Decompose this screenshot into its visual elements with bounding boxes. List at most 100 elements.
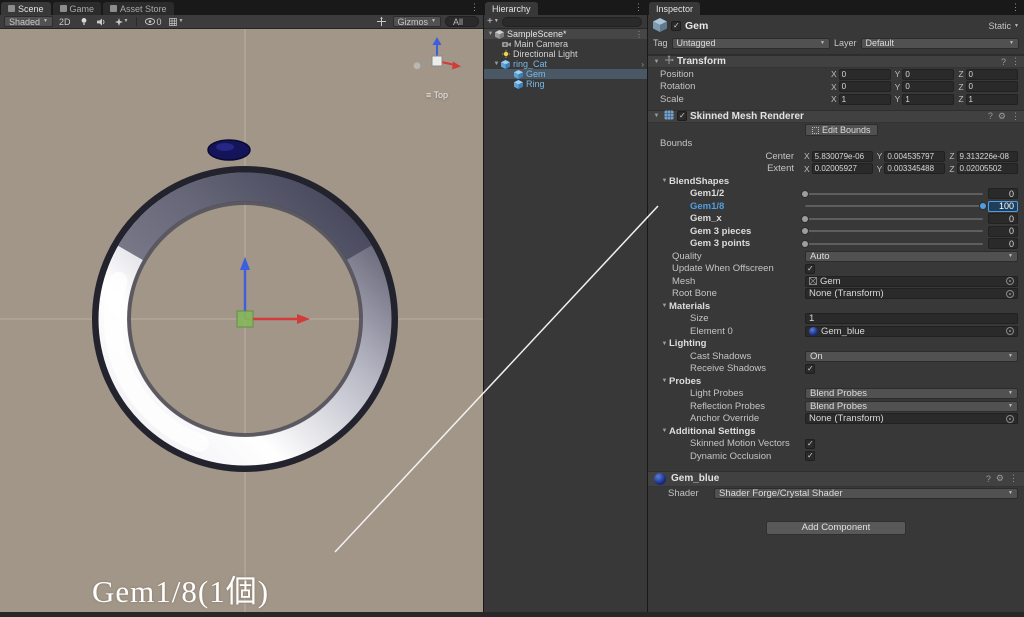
anchor-override-object-field[interactable]: None (Transform) <box>805 413 1018 425</box>
rotation-x-field[interactable]: 0 <box>838 81 891 93</box>
scene-header-row[interactable]: ▼ SampleScene* ⋮ <box>484 29 647 39</box>
cast-shadows-dropdown[interactable]: On ▼ <box>805 350 1018 362</box>
object-picker-icon[interactable] <box>1006 414 1014 423</box>
rotation-z-field[interactable]: 0 <box>965 81 1019 93</box>
inspector-tab-menu-icon[interactable]: ⋮ <box>1011 2 1020 13</box>
prefab-arrow-icon[interactable]: › <box>641 60 644 69</box>
hierarchy-item-directional-light[interactable]: Directional Light <box>484 49 647 59</box>
extent-y-field[interactable]: 0.003345488 <box>884 163 946 175</box>
scene-audio-icon[interactable] <box>95 16 109 27</box>
blendshape-slider[interactable] <box>802 238 983 249</box>
tab-hierarchy[interactable]: Hierarchy <box>485 2 538 15</box>
gizmos-dropdown[interactable]: Gizmos ▼ <box>392 16 441 27</box>
scale-y-field[interactable]: 1 <box>902 93 955 105</box>
blendshape-value-field[interactable]: 100 <box>988 200 1018 212</box>
scale-x-field[interactable]: 1 <box>838 93 891 105</box>
extent-x-field[interactable]: 0.02005927 <box>811 163 873 175</box>
blendshape-slider[interactable] <box>802 226 983 237</box>
tab-scene[interactable]: Scene <box>1 2 51 15</box>
materials-size-field[interactable]: 1 <box>805 313 1018 325</box>
active-checkbox[interactable] <box>671 21 681 31</box>
blendshape-slider[interactable] <box>802 188 983 199</box>
position-x-field[interactable]: 0 <box>838 68 891 80</box>
slider-knob[interactable] <box>802 190 808 197</box>
object-picker-icon[interactable] <box>1006 289 1014 298</box>
edit-bounds-button[interactable]: Edit Bounds <box>805 124 878 136</box>
presets-icon[interactable]: ⚙ <box>998 111 1006 122</box>
context-menu-icon[interactable]: ⋮ <box>1009 473 1018 484</box>
shading-mode-dropdown[interactable]: Shaded ▼ <box>4 16 53 27</box>
scene-search-input[interactable]: All <box>445 16 479 27</box>
help-icon[interactable]: ? <box>988 111 993 121</box>
quality-dropdown[interactable]: Auto ▼ <box>805 250 1018 262</box>
slider-knob[interactable] <box>802 228 808 235</box>
mesh-object-field[interactable]: Gem <box>805 275 1018 287</box>
extent-z-field[interactable]: 0.02005502 <box>956 163 1019 175</box>
foldout-open-icon[interactable]: ▼ <box>652 59 661 65</box>
context-menu-icon[interactable]: ⋮ <box>1011 56 1020 67</box>
slider-knob[interactable] <box>980 203 986 210</box>
materials-foldout[interactable]: ▼ Materials <box>648 300 1024 313</box>
tag-dropdown[interactable]: Untagged ▼ <box>671 37 830 49</box>
slider-knob[interactable] <box>802 215 808 222</box>
additional-settings-foldout[interactable]: ▼ Additional Settings <box>648 425 1024 438</box>
hierarchy-item-gem[interactable]: Gem <box>484 69 647 79</box>
blendshape-value-field[interactable]: 0 <box>988 238 1018 250</box>
hierarchy-item-main-camera[interactable]: Main Camera <box>484 39 647 49</box>
blendshape-value-field[interactable]: 0 <box>988 213 1018 225</box>
shader-dropdown[interactable]: Shader Forge/Crystal Shader ▼ <box>714 488 1018 499</box>
blendshape-value-field[interactable]: 0 <box>988 225 1018 237</box>
dynamic-occlusion-checkbox[interactable] <box>805 451 815 462</box>
blendshapes-foldout[interactable]: ▼ BlendShapes <box>648 175 1024 188</box>
toggle-2d-button[interactable]: 2D <box>57 16 73 27</box>
tab-asset-store[interactable]: Asset Store <box>103 2 174 15</box>
probes-foldout[interactable]: ▼ Probes <box>648 375 1024 388</box>
scene-visibility-toggle[interactable]: 0 <box>143 16 163 27</box>
foldout-open-icon[interactable]: ▼ <box>492 61 501 67</box>
scene-grid-dropdown[interactable]: ▼ <box>167 16 185 27</box>
tab-game[interactable]: Game <box>52 2 102 15</box>
hierarchy-item-ring[interactable]: Ring <box>484 79 647 89</box>
foldout-open-icon[interactable]: ▼ <box>652 113 661 119</box>
tab-inspector[interactable]: Inspector <box>649 2 701 15</box>
rotation-y-field[interactable]: 0 <box>902 81 955 93</box>
skinned-mesh-renderer-header[interactable]: ▼ Skinned Mesh Renderer ? ⚙ ⋮ <box>648 109 1024 123</box>
lighting-foldout[interactable]: ▼ Lighting <box>648 338 1024 351</box>
center-z-field[interactable]: 9.313226e-08 <box>956 150 1019 162</box>
orientation-label[interactable]: ≡ Top <box>405 90 469 100</box>
position-z-field[interactable]: 0 <box>965 68 1019 80</box>
orientation-gizmo[interactable]: ≡ Top <box>405 35 469 100</box>
blendshape-value-field[interactable]: 0 <box>988 188 1018 200</box>
blendshape-slider[interactable] <box>802 213 983 224</box>
help-icon[interactable]: ? <box>986 474 991 484</box>
root-bone-object-field[interactable]: None (Transform) <box>805 288 1018 300</box>
scene-effects-dropdown[interactable]: ▼ <box>113 16 131 27</box>
scale-z-field[interactable]: 1 <box>965 93 1019 105</box>
position-y-field[interactable]: 0 <box>902 68 955 80</box>
receive-shadows-checkbox[interactable] <box>805 363 815 374</box>
scene-tools-icon[interactable] <box>375 16 389 27</box>
slider-knob[interactable] <box>802 240 808 247</box>
scene-options-icon[interactable]: ⋮ <box>635 30 643 39</box>
object-picker-icon[interactable] <box>1006 327 1014 336</box>
element0-object-field[interactable]: Gem_blue <box>805 325 1018 337</box>
help-icon[interactable]: ? <box>1001 57 1006 67</box>
center-x-field[interactable]: 5.830079e-06 <box>811 150 873 162</box>
transform-component-header[interactable]: ▼ Transform ? ⋮ <box>648 55 1024 68</box>
light-probes-dropdown[interactable]: Blend Probes ▼ <box>805 388 1018 400</box>
object-picker-icon[interactable] <box>1006 277 1014 286</box>
update-offscreen-checkbox[interactable] <box>805 263 815 274</box>
create-object-button[interactable]: + ▼ <box>487 16 499 27</box>
presets-icon[interactable]: ⚙ <box>996 473 1004 484</box>
scene-lighting-icon[interactable] <box>77 16 91 27</box>
layer-dropdown[interactable]: Default ▼ <box>860 37 1019 49</box>
blendshape-slider[interactable] <box>805 201 986 212</box>
scene-viewport[interactable]: ≡ Top Gem1/8(1個) <box>0 29 483 612</box>
scene-tab-menu-icon[interactable]: ⋮ <box>470 2 479 13</box>
gameobject-name[interactable]: Gem <box>685 20 708 32</box>
component-enabled-checkbox[interactable] <box>677 111 687 121</box>
material-header[interactable]: Gem_blue ? ⚙ ⋮ <box>648 470 1024 487</box>
context-menu-icon[interactable]: ⋮ <box>1011 111 1020 122</box>
foldout-open-icon[interactable]: ▼ <box>486 31 495 37</box>
hierarchy-tab-menu-icon[interactable]: ⋮ <box>634 2 643 13</box>
